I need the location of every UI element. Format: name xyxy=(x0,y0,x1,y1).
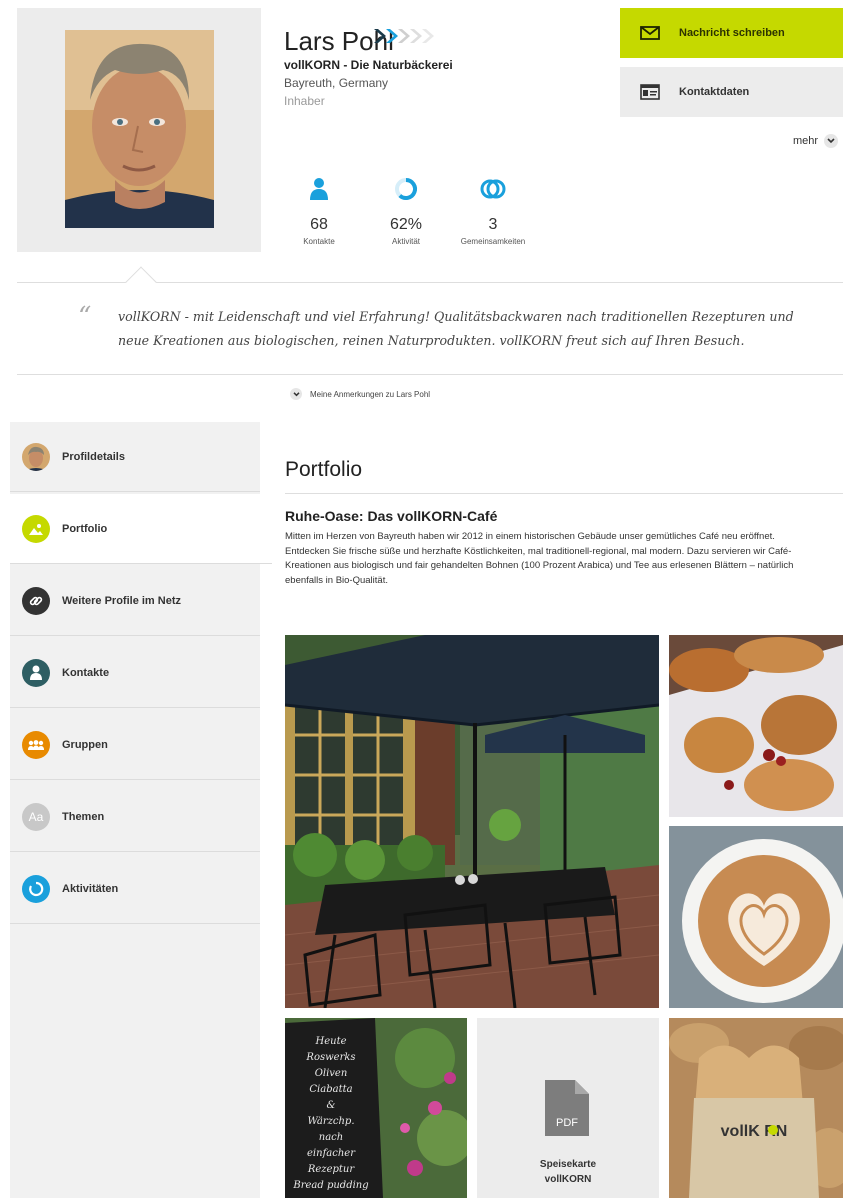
activity-ring-icon xyxy=(395,178,417,200)
sidebar-item-topics[interactable]: Aa Themen xyxy=(10,782,260,852)
user-icon xyxy=(310,178,328,200)
quote-divider xyxy=(17,374,843,375)
chevron-down-icon xyxy=(290,388,302,400)
sidebar-item-label: Weitere Profile im Netz xyxy=(62,594,181,607)
contact-card-icon xyxy=(640,84,660,100)
send-message-button[interactable]: Nachricht schreiben xyxy=(620,8,843,58)
image-icon xyxy=(22,514,50,543)
stat-value: 62% xyxy=(389,216,423,233)
chalkboard-text-line: nach xyxy=(319,1132,343,1143)
my-notes-label: Meine Anmerkungen zu Lars Pohl xyxy=(310,389,431,399)
profile-header: Lars Pohl vollKORN - Die Naturbäckerei B… xyxy=(0,0,843,282)
chalkboard-text-line: Ciabatta xyxy=(309,1084,352,1095)
stat-activity[interactable]: 62% Aktivität xyxy=(361,176,451,246)
bread-bag-image[interactable]: vollK RN xyxy=(669,1018,843,1198)
company-name[interactable]: vollKORN - Die Naturbäckerei xyxy=(284,58,453,72)
cafe-terrace-image[interactable] xyxy=(285,635,659,1008)
sidebar-item-groups[interactable]: Gruppen xyxy=(10,710,260,780)
sidebar-item-profile-details[interactable]: Profildetails xyxy=(10,422,260,492)
portfolio-divider xyxy=(285,493,843,494)
pdf-file-icon: PDF xyxy=(545,1080,589,1136)
send-message-label: Nachricht schreiben xyxy=(679,27,785,39)
profile-photo[interactable] xyxy=(65,30,214,228)
pastries-image[interactable] xyxy=(669,635,843,817)
chalkboard-text-line: Heute xyxy=(314,1036,346,1047)
stat-value: 68 xyxy=(310,216,328,233)
chalkboard-image[interactable]: Heute Roswerks Oliven Ciabatta & Wärzchp. nach… xyxy=(285,1018,467,1198)
contact-details-label: Kontaktdaten xyxy=(679,86,750,98)
latte-art-image[interactable] xyxy=(669,826,843,1008)
chalkboard-text-line: einfacher xyxy=(307,1148,356,1159)
profile-role: Inhaber xyxy=(284,94,325,108)
profile-photo-frame xyxy=(17,8,261,252)
stat-value: 3 xyxy=(488,216,498,233)
sidebar-item-other-profiles[interactable]: Weitere Profile im Netz xyxy=(10,566,260,636)
portfolio-heading: Portfolio xyxy=(285,458,363,481)
sidebar-item-label: Aktivitäten xyxy=(62,882,119,895)
stat-common[interactable]: 3 Gemeinsamkeiten xyxy=(448,176,538,246)
sidebar-item-activities[interactable]: Aktivitäten xyxy=(10,854,260,924)
profile-sidebar: Profildetails Portfolio Weitere Profile … xyxy=(10,422,272,1198)
sidebar-item-label: Profildetails xyxy=(62,450,125,463)
profile-stats: 68 Kontakte 62% Aktivität 3 Gemeinsamkei… xyxy=(274,176,544,256)
quote-mark-icon: “ xyxy=(78,302,92,332)
chalkboard-text-line: Rezeptur xyxy=(307,1164,355,1175)
portfolio-item-description: Mitten im Herzen von Bayreuth haben wir … xyxy=(285,531,794,586)
sidebar-item-label: Themen xyxy=(62,810,105,823)
sidebar-item-label: Portfolio xyxy=(62,522,108,535)
chalkboard-text-line: Bread pudding xyxy=(292,1180,368,1191)
xing-status-arrows-icon xyxy=(374,29,434,43)
overlap-circles-icon xyxy=(480,179,506,199)
chalkboard-text-line: Oliven xyxy=(315,1068,348,1079)
profile-location: Bayreuth, Germany xyxy=(284,76,389,90)
stat-label: Gemeinsamkeiten xyxy=(460,237,526,246)
portfolio-item-title: Ruhe-Oase: Das vollKORN-Café xyxy=(285,508,498,524)
sidebar-item-contacts[interactable]: Kontakte xyxy=(10,638,260,708)
sidebar-item-label: Kontakte xyxy=(62,666,110,679)
svg-text:PDF: PDF xyxy=(556,1117,578,1129)
sidebar-item-label: Gruppen xyxy=(62,738,108,751)
profile-quote: vollKORN - mit Leidenschaft und viel Erf… xyxy=(118,309,794,348)
envelope-icon xyxy=(640,26,660,40)
pdf-caption-subtitle: vollKORN xyxy=(544,1174,592,1185)
stat-contacts[interactable]: 68 Kontakte xyxy=(274,176,364,246)
user-icon xyxy=(22,658,50,687)
chalkboard-text-line: & xyxy=(327,1100,336,1111)
more-label: mehr xyxy=(793,135,819,147)
chalkboard-text-line: Wärzchp. xyxy=(307,1116,354,1127)
menu-pdf-tile[interactable]: PDF Speisekarte vollKORN xyxy=(477,1018,659,1198)
more-dropdown[interactable]: mehr xyxy=(793,134,839,148)
chalkboard-text-line: Roswerks xyxy=(305,1052,355,1063)
pdf-caption-title: Speisekarte xyxy=(539,1159,597,1170)
stat-label: Aktivität xyxy=(391,237,420,246)
my-notes-toggle[interactable]: Meine Anmerkungen zu Lars Pohl xyxy=(290,388,430,400)
contact-details-button[interactable]: Kontaktdaten xyxy=(620,67,843,117)
activity-icon xyxy=(22,874,50,903)
group-icon xyxy=(22,730,50,759)
sidebar-item-portfolio[interactable]: Portfolio xyxy=(10,494,272,564)
stat-label: Kontakte xyxy=(303,237,335,246)
text-icon: Aa xyxy=(22,802,50,831)
chevron-down-icon xyxy=(824,134,839,148)
link-icon xyxy=(22,586,50,615)
profile-photo-icon xyxy=(22,442,50,471)
